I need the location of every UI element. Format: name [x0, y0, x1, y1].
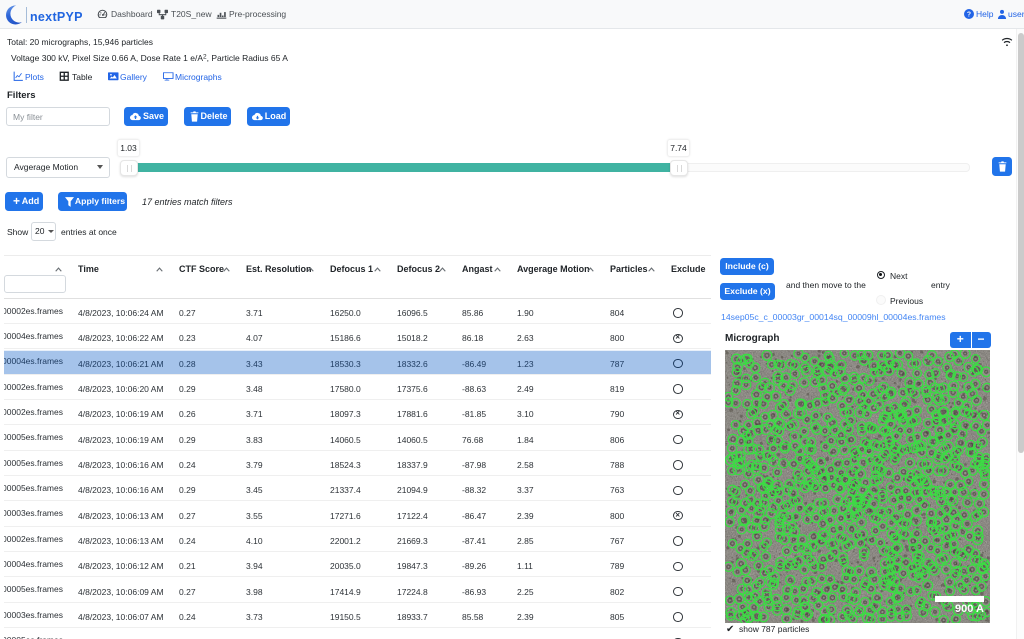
- svg-text:?: ?: [967, 12, 971, 19]
